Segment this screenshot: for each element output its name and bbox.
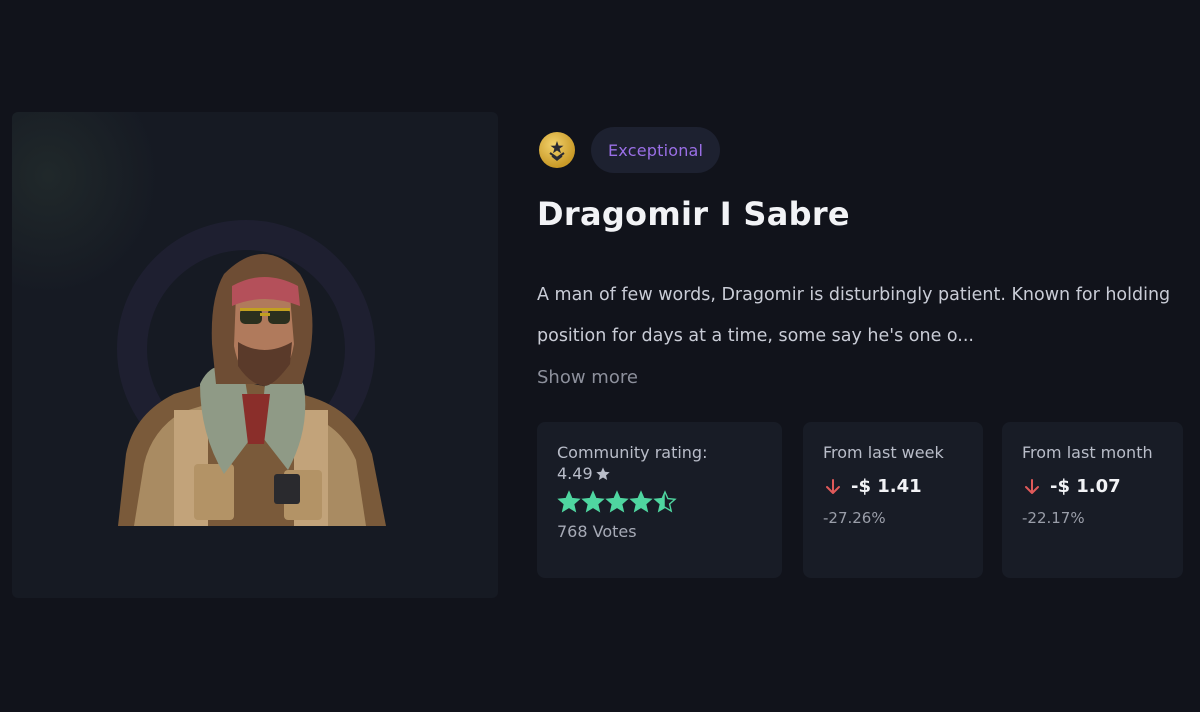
community-rating-card: Community rating: 4.49 768 Votes	[537, 422, 782, 578]
rating-value: 4.49	[557, 464, 762, 484]
week-label: From last week	[823, 443, 944, 462]
rank-medal-icon	[539, 132, 575, 168]
item-details-page: Exceptional Dragomir I Sabre A man of fe…	[0, 0, 1200, 712]
rating-star-icon	[605, 490, 629, 513]
item-description: A man of few words, Dragomir is disturbi…	[537, 285, 1171, 346]
rarity-badge: Exceptional	[591, 127, 721, 173]
arrow-down-icon	[826, 478, 840, 494]
show-more-link[interactable]: Show more	[537, 357, 1187, 398]
arrow-down-icon	[1025, 478, 1039, 494]
week-change-value: -$ 1.41	[851, 476, 922, 497]
month-change-percent: -22.17%	[1022, 509, 1085, 527]
last-week-card: From last week -$ 1.41 -27.26%	[803, 422, 983, 578]
badge-row: Exceptional	[537, 127, 1187, 173]
agent-character-image	[118, 254, 386, 526]
rating-star-icon	[581, 490, 605, 513]
rating-star-icon	[557, 490, 581, 513]
week-change-percent: -27.26%	[823, 509, 886, 527]
month-label: From last month	[1022, 443, 1153, 462]
rating-label: Community rating:	[557, 443, 708, 462]
item-info: Exceptional Dragomir I Sabre A man of fe…	[537, 127, 1187, 398]
last-month-card: From last month -$ 1.07 -22.17%	[1002, 422, 1183, 578]
rating-star-icon	[653, 490, 677, 513]
rating-number: 4.49	[557, 464, 593, 483]
rating-star-icon	[629, 490, 653, 513]
rating-stars	[557, 490, 762, 514]
month-change-row: -$ 1.07	[1022, 476, 1163, 497]
votes-count: 768 Votes	[557, 522, 637, 541]
item-image-panel	[12, 112, 498, 598]
week-change-row: -$ 1.41	[823, 476, 963, 497]
month-change-value: -$ 1.07	[1050, 476, 1121, 497]
star-icon	[595, 467, 610, 480]
item-title: Dragomir I Sabre	[537, 195, 850, 233]
